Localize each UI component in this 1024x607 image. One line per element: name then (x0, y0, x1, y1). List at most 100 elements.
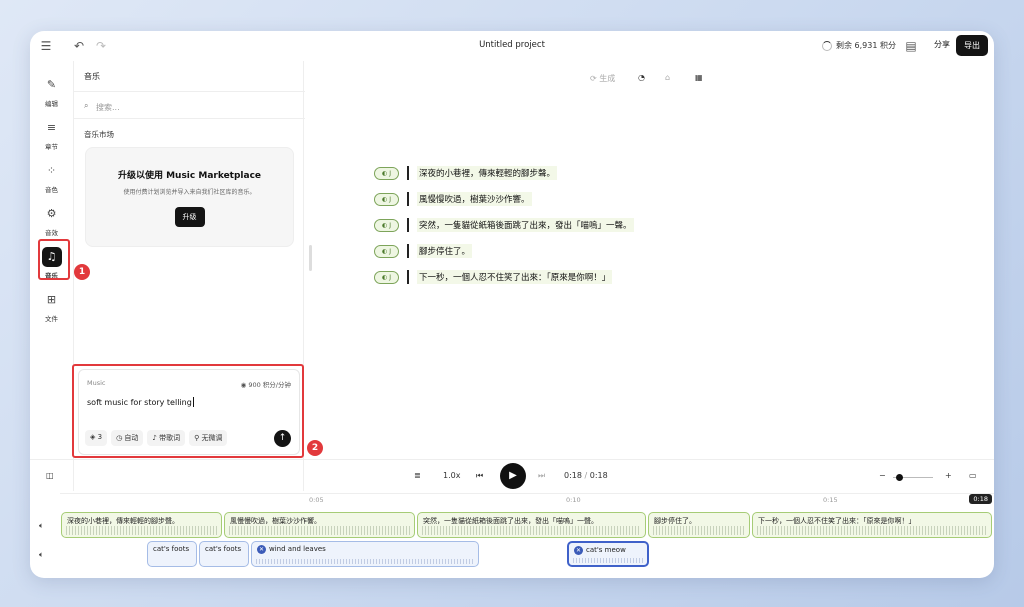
rail-label: 文件 (45, 315, 58, 323)
line-text[interactable]: 風慢慢吹過，樹葉沙沙作響。 (417, 192, 532, 206)
calculator-icon[interactable]: ▦ (695, 73, 703, 82)
waveform (653, 526, 745, 535)
search-placeholder: 搜索... (96, 103, 120, 112)
sparkle-pen-icon: ✎ (46, 78, 57, 91)
generate-label: 生成 (599, 74, 616, 83)
line-text[interactable]: 突然，一隻貓從紙箱後面跳了出來，發出「喵嗚」一聲。 (417, 218, 634, 232)
script-line[interactable]: ◐ J 深夜的小巷裡，傳來輕輕的腳步聲。 (374, 165, 558, 181)
sfx-clip[interactable]: cat's foots (147, 541, 197, 567)
script-line[interactable]: ◐ J 腳步停住了。 (374, 243, 473, 259)
volume-icon[interactable]: 🔈︎ (39, 521, 44, 531)
fullscreen-icon[interactable]: ▭ (969, 471, 977, 480)
clip-label: cat's foots (153, 545, 190, 553)
upgrade-button[interactable]: 升级 (174, 207, 205, 227)
callout-box-prompt (72, 364, 304, 458)
callout-box-music-tab (38, 239, 70, 280)
timeline-ruler[interactable]: 0:05 0:10 0:15 (60, 493, 994, 507)
voice-settings-icon[interactable]: ◔ (638, 73, 645, 82)
waveform (66, 526, 217, 535)
time-separator: / (584, 471, 588, 480)
speaker-tag[interactable]: ◐ J (374, 270, 399, 284)
market-card: 升级以使用 Music Marketplace 使用付费计划浏览并导入来自我们社… (85, 147, 294, 247)
sfx-track: 🔈︎ cat's foots cat's foots ✕ wind and lea… (30, 541, 994, 569)
queue-icon[interactable]: ≣ (414, 471, 421, 480)
time-readout: 0:18 / 0:18 (564, 471, 608, 480)
line-divider (407, 192, 409, 206)
credits-text: 剩余 6,931 积分 (836, 41, 896, 50)
play-button[interactable]: ▶ (500, 463, 526, 489)
lock-icon[interactable]: ⌂ (665, 73, 670, 82)
panel-toggle-icon[interactable]: ◫ (46, 471, 54, 480)
zoom-out-button[interactable]: − (879, 471, 886, 480)
search-icon: ⌕ (84, 101, 89, 110)
app-window: ☰ ↶ ↷ Untitled project 剩余 6,931 积分 ▤ 分享 … (30, 31, 994, 578)
ruler-tick: 0:05 (309, 496, 324, 504)
skip-forward-icon[interactable]: ⏭ (538, 471, 545, 481)
line-divider (407, 166, 409, 180)
waveform (757, 526, 987, 535)
playhead-marker[interactable]: 0:18 (969, 494, 992, 504)
rail-item-edit[interactable]: ✎ 编辑 (30, 75, 73, 108)
sfx-clip[interactable]: ✕ wind and leaves (251, 541, 479, 567)
script-line[interactable]: ◐ J 風慢慢吹過，樹葉沙沙作響。 (374, 191, 532, 207)
sfx-clip[interactable]: cat's foots (199, 541, 249, 567)
speaker-tag[interactable]: ◐ J (374, 244, 399, 258)
export-button[interactable]: 导出 (956, 35, 988, 56)
top-bar: ☰ ↶ ↷ Untitled project 剩余 6,931 积分 ▤ 分享 … (30, 31, 994, 61)
rail-label: 编辑 (45, 100, 58, 108)
speaker-initial: J (389, 247, 391, 255)
voice-clip[interactable]: 深夜的小巷裡，傳來輕輕的腳步聲。 (61, 512, 222, 538)
volume-icon[interactable]: 🔈︎ (39, 550, 44, 560)
share-button[interactable]: 分享 (934, 39, 950, 50)
generate-button[interactable]: ⟳ 生成 (590, 73, 615, 84)
zoom-in-button[interactable]: + (945, 471, 952, 480)
clip-label: 深夜的小巷裡，傳來輕輕的腳步聲。 (67, 517, 179, 525)
line-text[interactable]: 深夜的小巷裡，傳來輕輕的腳步聲。 (417, 166, 558, 180)
skip-back-icon[interactable]: ⏮ (476, 471, 483, 481)
sfx-clip-selected[interactable]: ✕ cat's meow (567, 541, 649, 567)
script-line[interactable]: ◐ J 下一秒，一個人忍不住笑了出來：「原來是你啊！」 (374, 269, 613, 285)
rail-label: 音效 (45, 229, 58, 237)
rail-item-sfx[interactable]: ⚙ 音效 (30, 204, 73, 237)
speaker-tag[interactable]: ◐ J (374, 218, 399, 232)
script-editor: ⟳ 生成 ◔ ⌂ ▦ ◐ J 深夜的小巷裡，傳來輕輕的腳步聲。 ◐ J 風慢慢吹… (304, 61, 994, 491)
clip-label: 突然，一隻貓從紙箱後面跳了出來，發出「喵嗚」一聲。 (423, 517, 598, 525)
line-divider (407, 218, 409, 232)
voice-clip[interactable]: 下一秒，一個人忍不住笑了出來：「原來是你啊！」 (752, 512, 992, 538)
rail-item-chapters[interactable]: ≡ 章节 (30, 118, 73, 151)
rail-item-voices[interactable]: ⁘ 音色 (30, 161, 73, 194)
speaker-initial: J (389, 169, 391, 177)
waveform (256, 559, 474, 564)
current-time: 0:18 (564, 471, 582, 480)
voice-clip[interactable]: 腳步停住了。 (648, 512, 750, 538)
voice-track: 🔈︎ 深夜的小巷裡，傳來輕輕的腳步聲。 風慢慢吹過，樹葉沙沙作響。 突然，一隻貓… (30, 512, 994, 540)
rail-label: 章节 (45, 143, 58, 151)
search-input[interactable]: ⌕ 搜索... (74, 91, 305, 119)
speed-control[interactable]: 1.0x (443, 471, 460, 480)
sfx-badge-icon: ✕ (574, 546, 583, 555)
waveform (229, 526, 410, 535)
voice-clip[interactable]: 風慢慢吹過，樹葉沙沙作響。 (224, 512, 415, 538)
rail-label: 音色 (45, 186, 58, 194)
zoom-slider-handle[interactable] (896, 474, 903, 481)
speaker-tag[interactable]: ◐ J (374, 192, 399, 206)
callout-badge: 2 (307, 440, 323, 456)
notes-icon[interactable]: ▤ (904, 39, 918, 53)
speaker-tag[interactable]: ◐ J (374, 166, 399, 180)
waveform (573, 558, 643, 563)
script-line[interactable]: ◐ J 突然，一隻貓從紙箱後面跳了出來，發出「喵嗚」一聲。 (374, 217, 634, 233)
voice-clip[interactable]: 突然，一隻貓從紙箱後面跳了出來，發出「喵嗚」一聲。 (417, 512, 646, 538)
speaker-initial: J (389, 273, 391, 281)
sfx-badge-icon: ✕ (257, 545, 266, 554)
waveform (422, 526, 641, 535)
rail-item-files[interactable]: ⊞ 文件 (30, 290, 73, 323)
credits-indicator: 剩余 6,931 积分 (822, 40, 896, 51)
panel-title: 音乐 (84, 72, 100, 81)
line-text[interactable]: 腳步停住了。 (417, 244, 473, 258)
market-subtext: 使用付费计划浏览并导入来自我们社区库的音乐。 (123, 189, 256, 196)
market-label: 音乐市场 (84, 130, 114, 139)
line-divider (407, 244, 409, 258)
line-text[interactable]: 下一秒，一個人忍不住笑了出來：「原來是你啊！」 (417, 270, 613, 284)
total-time: 0:18 (589, 471, 608, 480)
clip-label: 風慢慢吹過，樹葉沙沙作響。 (230, 517, 321, 525)
